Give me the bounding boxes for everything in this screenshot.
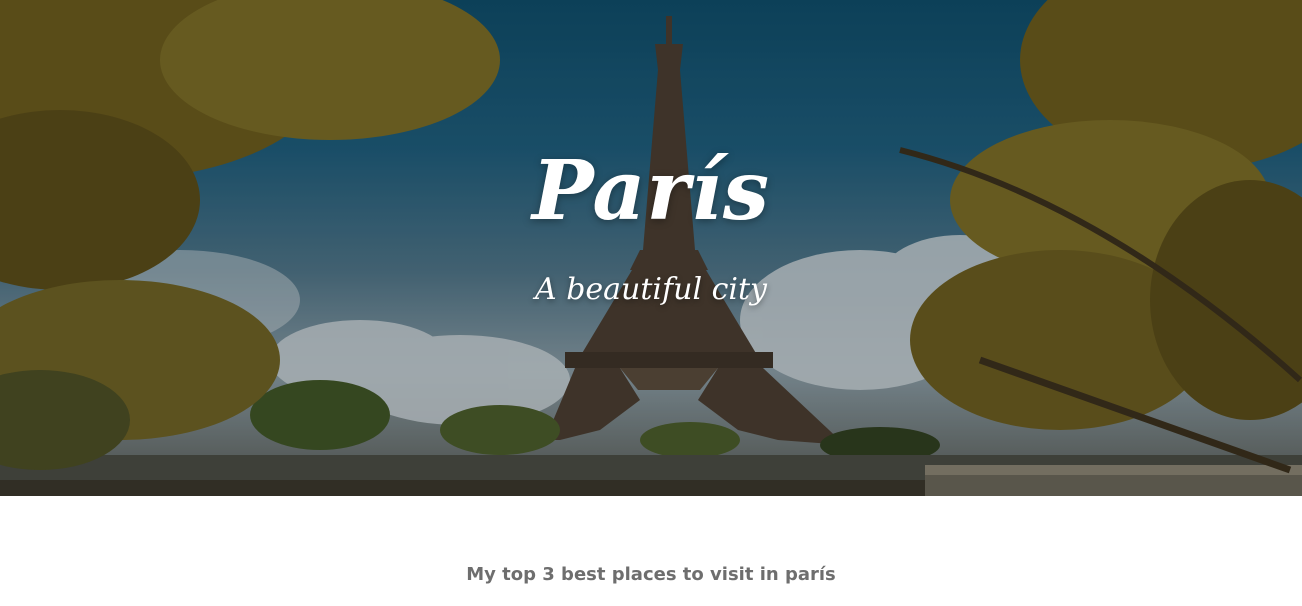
hero-banner: París A beautiful city <box>0 0 1302 496</box>
section-heading: My top 3 best places to visit in parís <box>466 564 836 585</box>
hero-title: París <box>531 143 771 239</box>
content-section: My top 3 best places to visit in parís <box>0 496 1302 606</box>
hero-subtitle: A beautiful city <box>535 272 767 307</box>
hero-text-block: París A beautiful city <box>0 150 1302 307</box>
